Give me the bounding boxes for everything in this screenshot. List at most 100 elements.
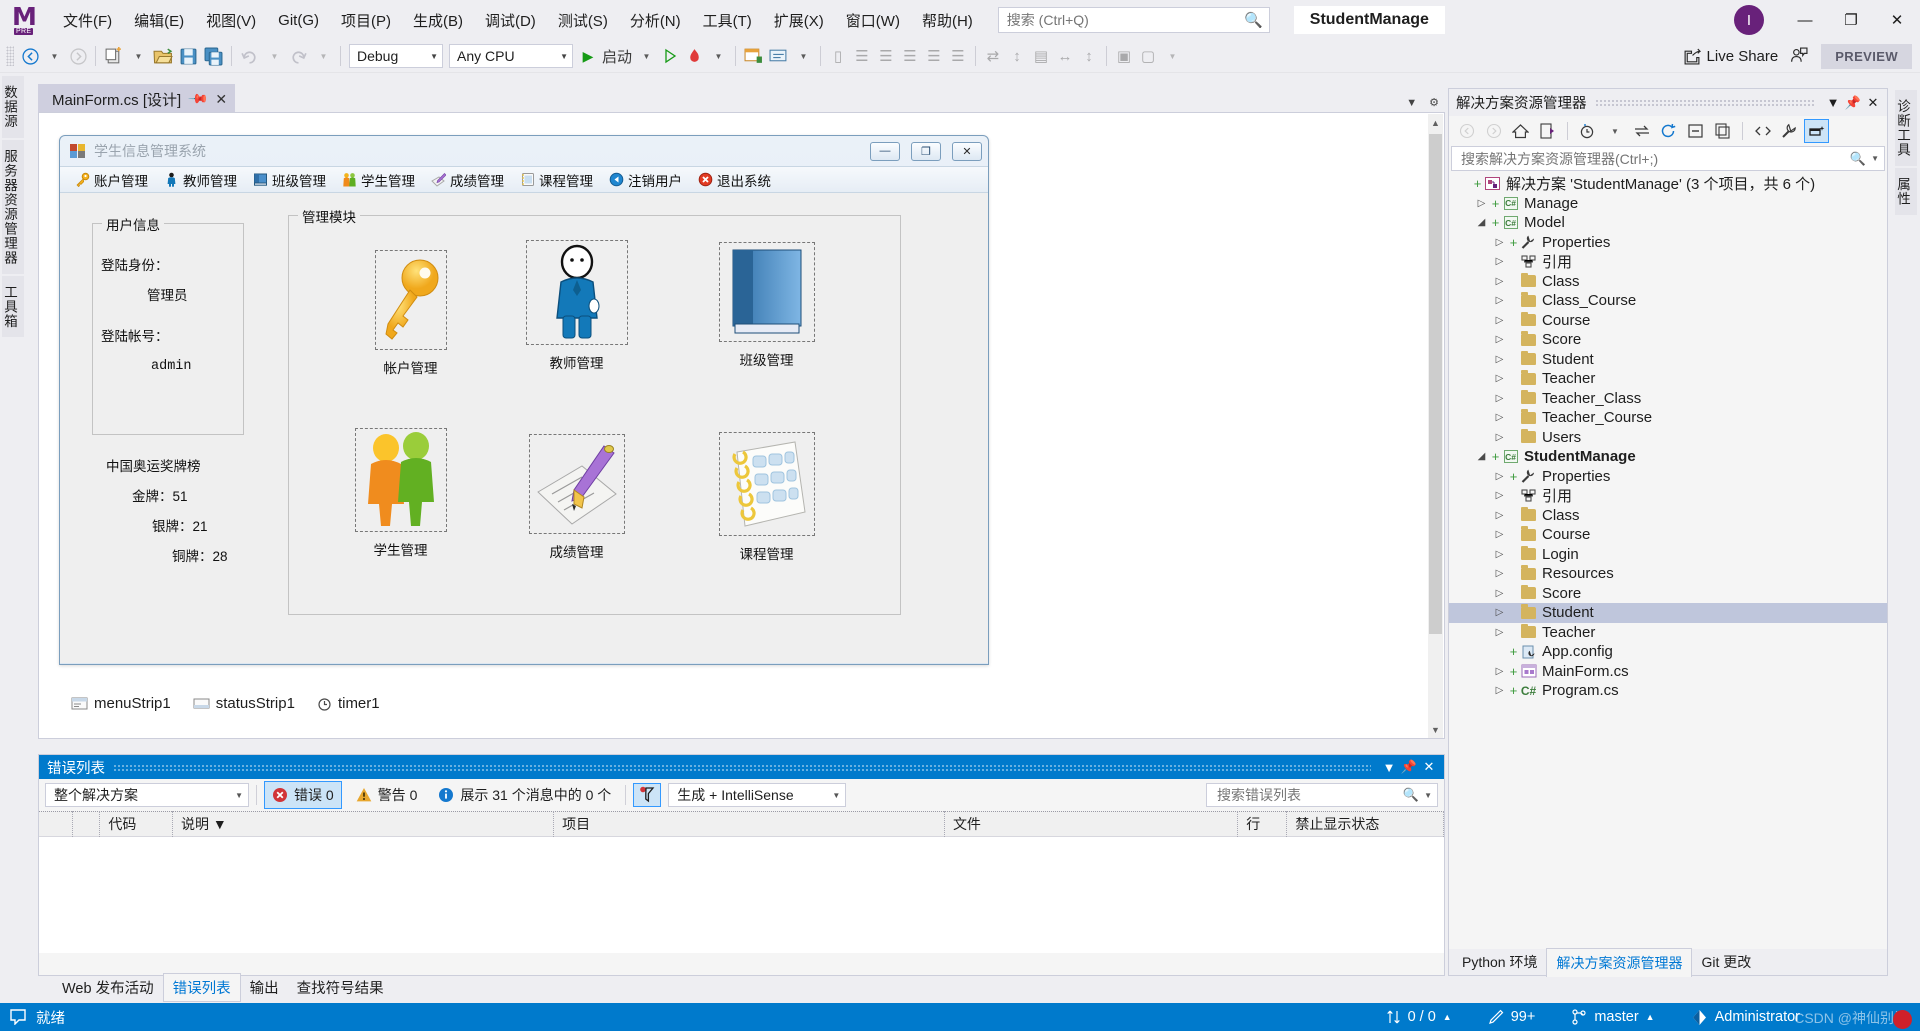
designer-vertical-scrollbar[interactable]: ▲ ▼ <box>1428 114 1443 738</box>
menu-test[interactable]: 测试(S) <box>547 4 619 37</box>
module-course[interactable]: 课程管理 <box>679 432 854 563</box>
tree-node-[interactable]: ▷ 引用 <box>1449 486 1887 506</box>
column-description[interactable]: 说明 ▼ <box>173 811 555 837</box>
align-tops-icon[interactable]: ☰ <box>898 42 922 70</box>
tree-twisty-icon[interactable]: ▷ <box>1491 588 1508 599</box>
panel-drag-handle[interactable] <box>1594 99 1815 106</box>
tree-twisty-icon[interactable]: ▷ <box>1491 393 1508 404</box>
module-class[interactable]: 班级管理 <box>679 242 854 369</box>
tree-node-class-course[interactable]: ▷ Class_Course <box>1449 291 1887 311</box>
designed-form[interactable]: 学生信息管理系统 — ❐ ✕ 账户管理 教师管理 班级管理 学生管理 成绩管理 … <box>59 135 989 665</box>
tree-twisty-icon[interactable]: ▷ <box>1491 295 1508 306</box>
tray-item-timer[interactable]: timer1 <box>317 695 380 712</box>
status-source-control-sync[interactable]: 0 / 0 ▲ <box>1368 1009 1470 1025</box>
document-settings-icon[interactable]: ⚙ <box>1429 96 1439 109</box>
tree-node-teacher-class[interactable]: ▷ Teacher_Class <box>1449 389 1887 409</box>
error-scope-combo[interactable]: 整个解决方案 ▼ <box>45 783 249 807</box>
form-close-button[interactable]: ✕ <box>952 141 982 161</box>
solution-configuration-combo[interactable]: Debug ▼ <box>349 44 443 68</box>
tab-git-changes[interactable]: Git 更改 <box>1692 948 1760 976</box>
tree-twisty-icon[interactable]: ▷ <box>1491 256 1508 267</box>
toolbar-overflow-2[interactable]: ▼ <box>1160 42 1184 70</box>
start-dropdown[interactable]: ▼ <box>634 42 658 70</box>
search-options-dropdown-icon[interactable]: ▼ <box>1424 791 1432 800</box>
navigate-backward-button[interactable] <box>18 42 42 70</box>
tab-python-environments[interactable]: Python 环境 <box>1453 948 1546 976</box>
tool-tab-toolbox[interactable]: 工具箱 <box>2 275 24 337</box>
tree-node-teacher-course[interactable]: ▷ Teacher_Course <box>1449 408 1887 428</box>
tray-item-statusstrip[interactable]: statusStrip1 <box>193 695 295 712</box>
scroll-up-icon[interactable]: ▲ <box>1431 118 1440 128</box>
tree-twisty-icon[interactable]: ▷ <box>1491 666 1508 677</box>
tree-node-program-cs[interactable]: ▷ + C# Program.cs <box>1449 681 1887 701</box>
vertical-spacing-icon[interactable]: ↕ <box>1077 42 1101 70</box>
open-file-icon[interactable] <box>150 42 176 70</box>
tree-twisty-icon[interactable]: ▷ <box>1491 568 1508 579</box>
form-menu-class[interactable]: 班级管理 <box>246 167 333 193</box>
new-item-dropdown[interactable]: ▼ <box>126 42 150 70</box>
tree-node-users[interactable]: ▷ Users <box>1449 428 1887 448</box>
tree-twisty-icon[interactable]: ▷ <box>1491 432 1508 443</box>
make-same-width-icon[interactable]: ⇄ <box>981 42 1005 70</box>
minimize-button[interactable]: — <box>1782 0 1828 40</box>
tree-twisty-icon[interactable]: ▷ <box>1491 471 1508 482</box>
maximize-button[interactable]: ❐ <box>1828 0 1874 40</box>
tree-node-studentmanage-3-6[interactable]: + 解决方案 'StudentManage' (3 个项目，共 6 个) <box>1449 174 1887 194</box>
menu-git[interactable]: Git(G) <box>267 6 330 35</box>
errors-filter-button[interactable]: 错误 0 <box>264 781 342 809</box>
bring-to-front-icon[interactable]: ▣ <box>1112 42 1136 70</box>
tool-tab-diagnostic-tools[interactable]: 诊断工具 <box>1895 90 1917 166</box>
build-filter-toggle[interactable] <box>633 783 662 807</box>
tree-twisty-icon[interactable]: ▷ <box>1491 315 1508 326</box>
forward-icon[interactable] <box>1481 119 1506 143</box>
tree-node-app-config[interactable]: + App.config <box>1449 642 1887 662</box>
tree-twisty-icon[interactable]: ▷ <box>1473 198 1490 209</box>
tree-node-teacher[interactable]: ▷ Teacher <box>1449 623 1887 643</box>
make-same-height-icon[interactable]: ↕ <box>1005 42 1029 70</box>
tree-node-model[interactable]: ◢ + C# Model <box>1449 213 1887 233</box>
back-icon[interactable] <box>1454 119 1479 143</box>
properties-icon[interactable] <box>1777 119 1802 143</box>
show-all-files-icon[interactable] <box>1710 119 1735 143</box>
column-line[interactable]: 行 <box>1238 811 1288 837</box>
send-to-back-icon[interactable]: ▢ <box>1136 42 1160 70</box>
refresh-icon[interactable] <box>1656 119 1681 143</box>
align-lefts-icon[interactable]: ▯ <box>826 42 850 70</box>
column-spacer[interactable] <box>39 811 73 837</box>
start-without-debugging-icon[interactable] <box>658 42 682 70</box>
hot-reload-icon[interactable] <box>682 42 706 70</box>
select-next-statement-icon[interactable] <box>766 42 791 70</box>
form-menu-score[interactable]: 成绩管理 <box>424 167 511 193</box>
tree-node-login[interactable]: ▷ Login <box>1449 545 1887 565</box>
close-icon[interactable]: ✕ <box>1863 95 1883 111</box>
tab-solution-explorer[interactable]: 解决方案资源管理器 <box>1546 947 1693 977</box>
tree-twisty-icon[interactable]: ▷ <box>1491 354 1508 365</box>
align-rights-icon[interactable]: ☰ <box>874 42 898 70</box>
solution-explorer-menu-button[interactable]: ▼ <box>1823 95 1843 110</box>
tool-tab-server-explorer[interactable]: 服务器资源管理器 <box>2 139 24 274</box>
tab-error-list[interactable]: 错误列表 <box>162 973 241 1002</box>
form-menu-strip[interactable]: 账户管理 教师管理 班级管理 学生管理 成绩管理 课程管理 注销用户 退出系统 <box>60 166 988 193</box>
menu-window[interactable]: 窗口(W) <box>835 4 911 37</box>
home-icon[interactable] <box>1508 119 1533 143</box>
error-list-drag-handle[interactable] <box>113 763 1371 771</box>
tree-node-class[interactable]: ▷ Class <box>1449 506 1887 526</box>
status-pending-changes[interactable]: 99+ <box>1470 1009 1554 1025</box>
column-code[interactable]: 代码 <box>100 811 173 837</box>
error-list-search-box[interactable]: 🔍 ▼ <box>1206 783 1438 807</box>
column-severity[interactable] <box>73 811 101 837</box>
search-options-dropdown-icon[interactable]: ▼ <box>1871 154 1879 163</box>
tree-twisty-icon[interactable]: ▷ <box>1491 334 1508 345</box>
pin-icon[interactable]: 📌 <box>1399 759 1419 775</box>
tree-node-course[interactable]: ▷ Course <box>1449 311 1887 331</box>
form-maximize-button[interactable]: ❐ <box>911 141 941 161</box>
menu-build[interactable]: 生成(B) <box>402 4 474 37</box>
start-debug-label[interactable]: 启动 <box>600 42 634 70</box>
toolbar-overflow-1[interactable]: ▼ <box>791 42 815 70</box>
error-list-menu-button[interactable]: ▼ <box>1379 760 1399 775</box>
status-branch[interactable]: master ▲ <box>1553 1009 1672 1025</box>
quick-search-box[interactable]: 🔍 <box>997 7 1270 33</box>
pending-changes-dropdown-icon[interactable]: ▼ <box>1602 119 1627 143</box>
tree-node-mainform-cs[interactable]: ▷ + MainForm.cs <box>1449 662 1887 682</box>
column-project[interactable]: 项目 <box>554 811 945 837</box>
